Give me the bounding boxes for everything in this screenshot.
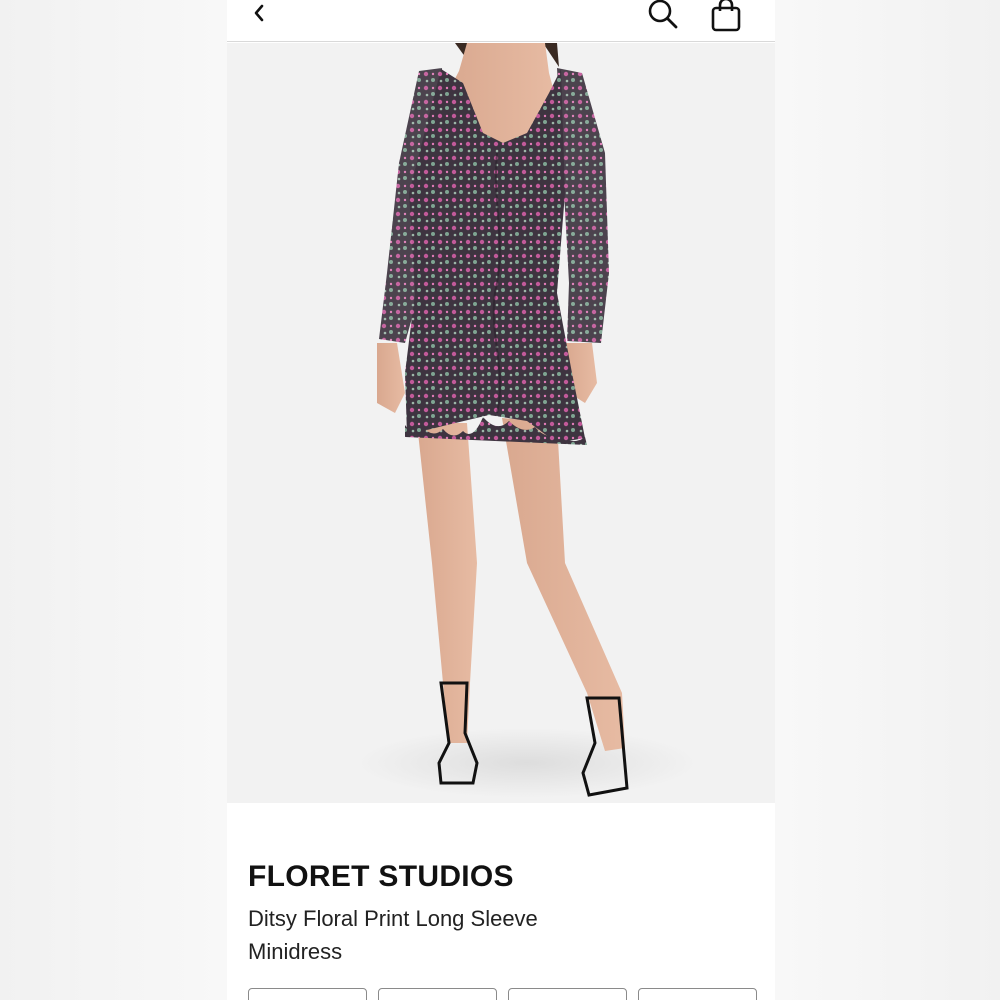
chevron-left-icon bbox=[254, 4, 264, 22]
back-button[interactable] bbox=[245, 0, 273, 26]
shopping-bag-icon bbox=[711, 0, 741, 32]
product-page: FLORET STUDIOS Ditsy Floral Print Long S… bbox=[227, 0, 775, 1000]
product-title: Ditsy Floral Print Long Sleeve Minidress bbox=[248, 906, 538, 964]
page-background-right bbox=[775, 0, 1000, 1000]
top-navigation-bar bbox=[227, 0, 775, 42]
option-buttons-row bbox=[248, 988, 758, 1000]
search-icon bbox=[648, 0, 678, 29]
shopping-bag-button[interactable] bbox=[708, 0, 744, 34]
option-button[interactable] bbox=[248, 988, 367, 1000]
option-button[interactable] bbox=[508, 988, 627, 1000]
product-info-section: FLORET STUDIOS Ditsy Floral Print Long S… bbox=[227, 803, 775, 1000]
model-wearing-dress-image bbox=[227, 43, 775, 803]
brand-name[interactable]: FLORET STUDIOS bbox=[248, 860, 514, 894]
search-button[interactable] bbox=[645, 0, 681, 32]
product-photo[interactable] bbox=[227, 43, 775, 803]
page-background-left bbox=[0, 0, 227, 1000]
option-button[interactable] bbox=[638, 988, 757, 1000]
option-button[interactable] bbox=[378, 988, 497, 1000]
